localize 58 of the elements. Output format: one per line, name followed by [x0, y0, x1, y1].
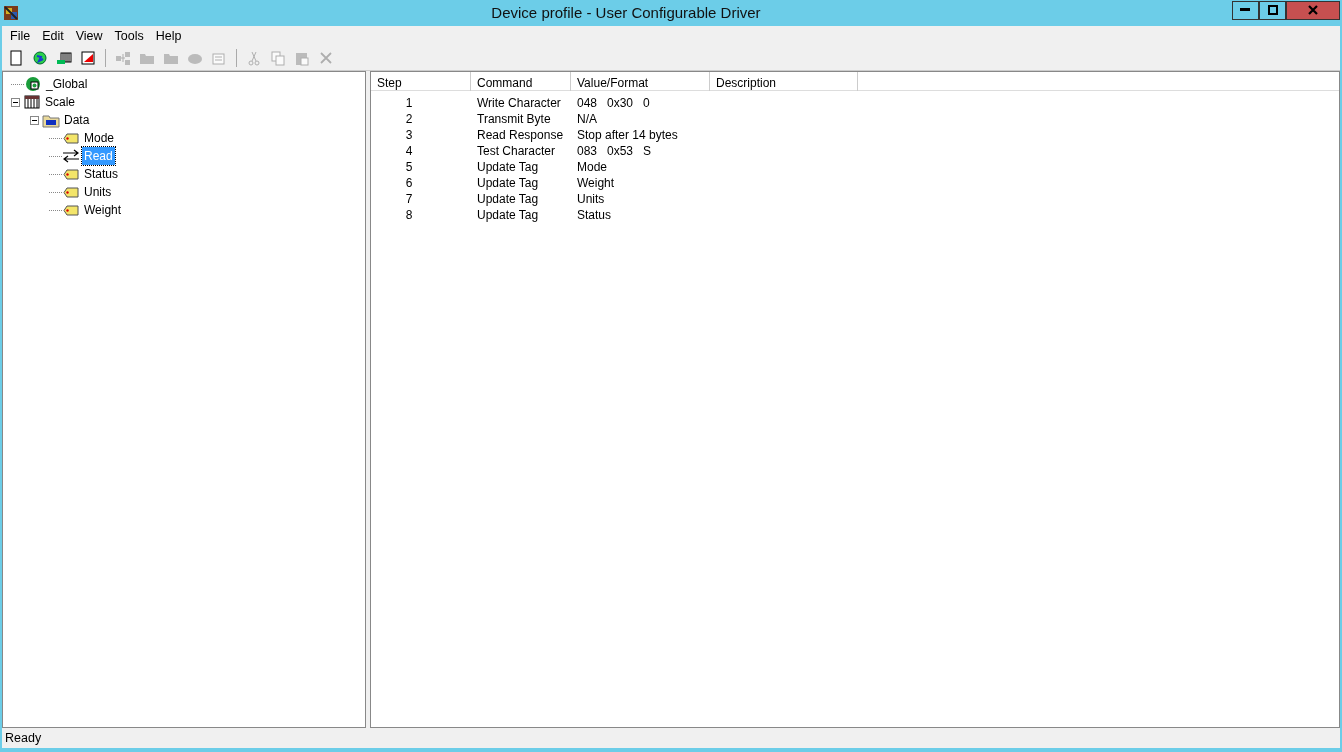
- table-cell-text: 7: [404, 191, 414, 206]
- menu-item[interactable]: File: [4, 26, 37, 46]
- menu-item[interactable]: Edit: [36, 26, 70, 46]
- globe-icon: [24, 75, 42, 93]
- expander-icon[interactable]: [11, 97, 20, 107]
- table-cell-text: 083 0x53 S: [576, 143, 653, 158]
- transfer-arrows-icon: [62, 147, 80, 165]
- tree-item[interactable]: Mode: [82, 129, 117, 147]
- expander-icon[interactable]: [30, 115, 39, 125]
- table-cell-text: 5: [404, 159, 414, 174]
- table-cell-text: Test Character: [476, 143, 557, 158]
- table-cell-text: 6: [404, 175, 414, 190]
- table-cell-text: Read Response: [476, 127, 565, 142]
- table-cell-text: Weight: [576, 175, 616, 190]
- tree-item[interactable]: Scale: [43, 93, 78, 111]
- column-header[interactable]: Command: [471, 72, 571, 91]
- close-button[interactable]: [1286, 0, 1340, 20]
- table-cell-text: 3: [404, 127, 414, 142]
- minimize-icon: [1239, 8, 1252, 12]
- maximize-icon: [1267, 5, 1278, 15]
- maximize-button[interactable]: [1259, 0, 1286, 20]
- table-cell-text: 048 0x30 0: [576, 95, 651, 110]
- column-header[interactable]: Description: [710, 72, 858, 91]
- globe-icon[interactable]: [32, 50, 48, 66]
- tree-item[interactable]: Units: [82, 183, 114, 201]
- table-cell-text: Units: [576, 191, 606, 206]
- close-icon: [1307, 5, 1319, 15]
- menu-item[interactable]: View: [69, 26, 109, 46]
- column-header[interactable]: Value/Format: [571, 72, 710, 91]
- menu-item[interactable]: Tools: [108, 26, 150, 46]
- tree-item[interactable]: Data: [62, 111, 92, 129]
- device-icon[interactable]: [56, 50, 72, 66]
- tree-item[interactable]: Status: [82, 165, 121, 183]
- table-cell-text: Status: [576, 207, 613, 222]
- column-header[interactable]: Step: [371, 72, 471, 91]
- table-cell-text: Update Tag: [476, 175, 540, 190]
- tree-item[interactable]: Weight: [82, 201, 124, 219]
- tree-item[interactable]: _Global: [44, 75, 90, 93]
- table-cell-text: Write Character: [476, 95, 562, 110]
- check-icon[interactable]: [80, 50, 96, 66]
- table-cell-text: 2: [404, 111, 414, 126]
- app-icon: [2, 4, 20, 22]
- device-icon: [23, 93, 41, 111]
- table-cell-text: N/A: [576, 111, 598, 126]
- table-cell-text: 1: [404, 95, 414, 110]
- minimize-button[interactable]: [1232, 0, 1259, 20]
- table-cell-text: Stop after 14 bytes: [576, 127, 679, 142]
- status-text: Ready: [5, 729, 42, 747]
- window-title: Device profile - User Configurable Driver: [490, 2, 762, 23]
- menu-item[interactable]: Help: [149, 26, 188, 46]
- table-cell-text: Mode: [576, 159, 609, 174]
- table-cell-text: Update Tag: [476, 159, 540, 174]
- table-cell-text: Update Tag: [476, 207, 540, 222]
- table-cell-text: 8: [404, 207, 414, 222]
- table-cell-text: Update Tag: [476, 191, 540, 206]
- table-cell-text: 4: [404, 143, 414, 158]
- new-file-icon[interactable]: [8, 50, 24, 66]
- table-cell-text: Transmit Byte: [476, 111, 552, 126]
